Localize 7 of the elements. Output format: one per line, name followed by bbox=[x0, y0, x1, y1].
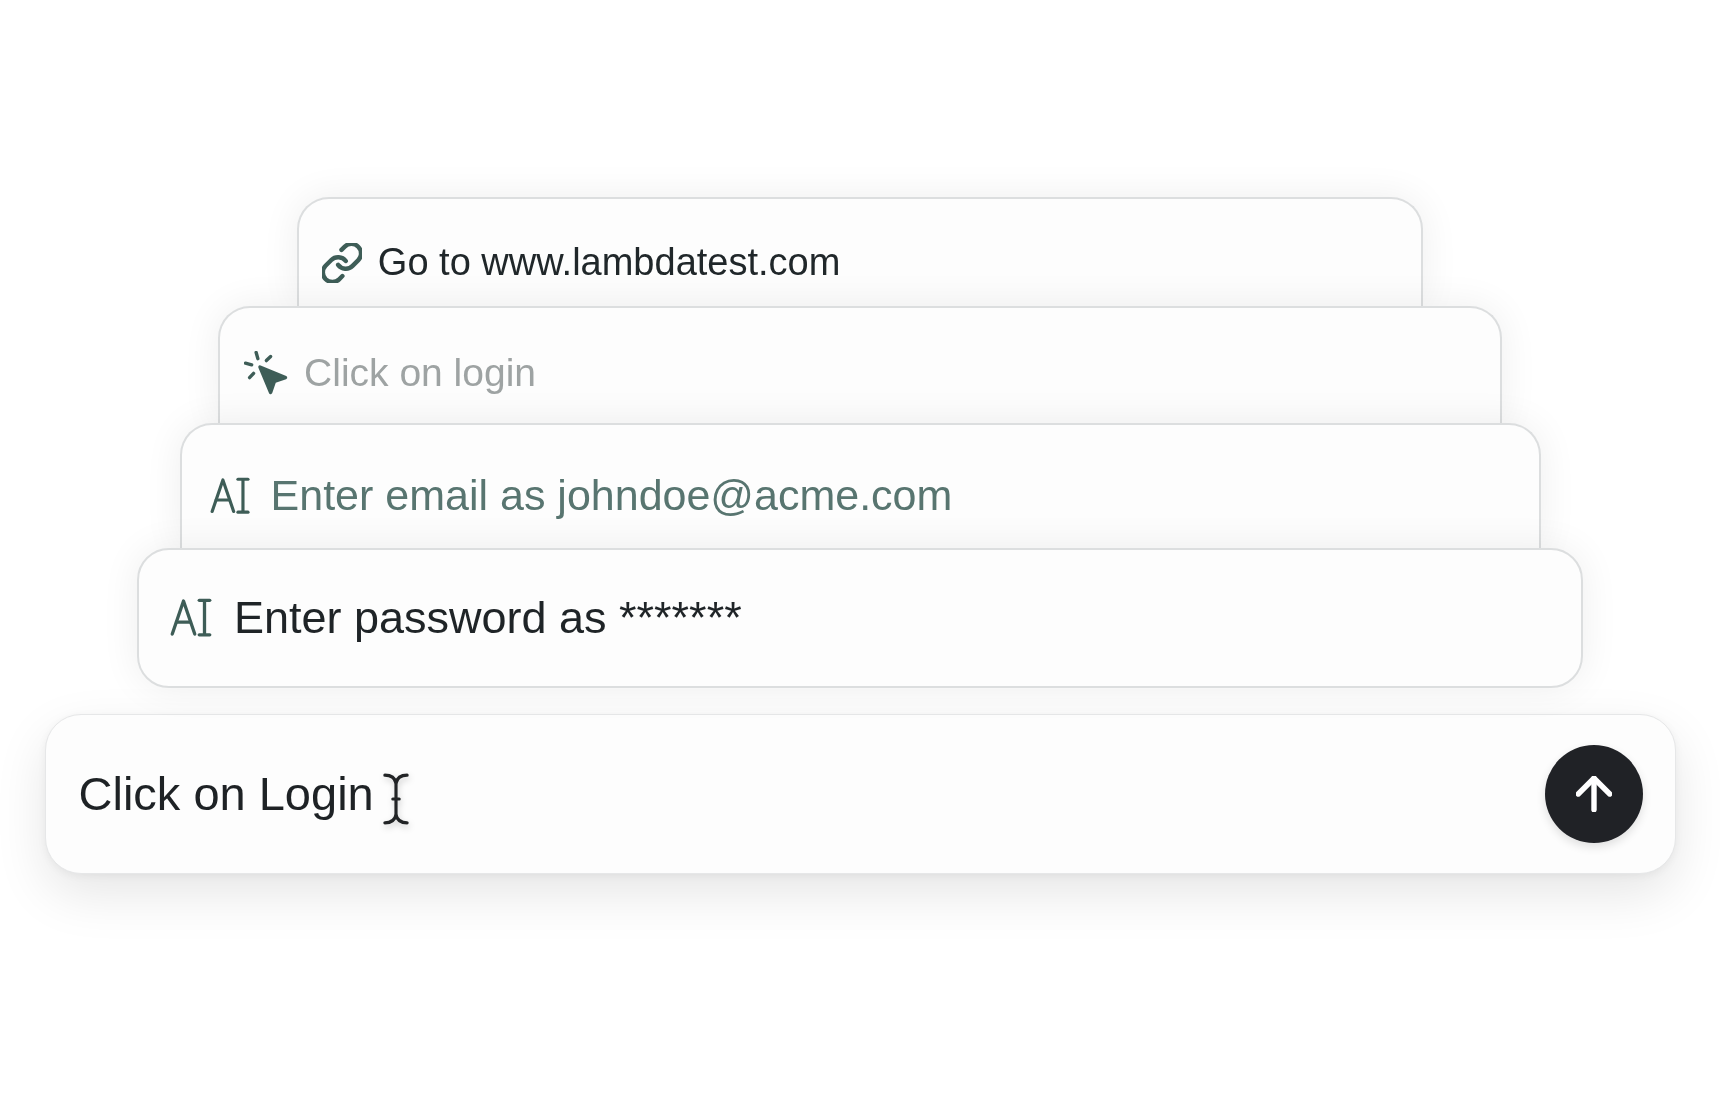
cursor-click-icon bbox=[244, 351, 288, 395]
step-text: Go to www.lambdatest.com bbox=[377, 240, 841, 286]
link-icon bbox=[322, 243, 362, 283]
step-text: Click on login bbox=[304, 349, 536, 396]
prompt-field[interactable]: Click on Login bbox=[44, 714, 1676, 874]
step-text: Enter password as ******* bbox=[233, 591, 742, 645]
step-text: Enter email as johndoe@acme.com bbox=[270, 470, 953, 522]
